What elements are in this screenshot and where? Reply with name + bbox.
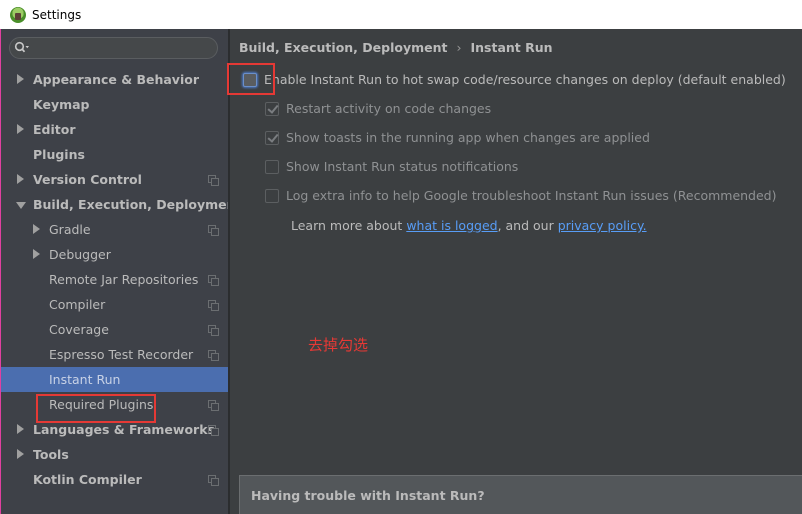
sidebar-item[interactable]: Build, Execution, Deployment [1,192,241,217]
sidebar-item-label: Languages & Frameworks [33,422,215,437]
search-input[interactable] [9,37,218,59]
sidebar-item[interactable]: Espresso Test Recorder [1,342,228,367]
annotation-highlight-box [227,63,275,95]
sidebar-item-label: Debugger [49,247,111,262]
what-is-logged-link[interactable]: what is logged [406,218,497,233]
sidebar-item-label: Remote Jar Repositories [49,272,199,287]
chevron-right-icon[interactable] [17,424,24,434]
chevron-right-icon[interactable] [17,74,24,84]
annotation-text: 去掉勾选 [308,336,369,354]
chevron-right-icon[interactable] [17,174,24,184]
chevron-right-icon[interactable] [33,224,40,234]
project-settings-icon [208,425,219,436]
sidebar-item[interactable]: Remote Jar Repositories [1,267,228,292]
option-checkbox [265,130,279,145]
sidebar-item[interactable]: Tools [1,442,228,467]
breadcrumb-separator-icon: › [456,40,462,55]
option-label: Restart activity on code changes [286,101,492,116]
sidebar-item-label: Appearance & Behavior [33,72,199,87]
project-settings-icon [208,225,219,236]
project-settings-icon [208,475,219,486]
breadcrumb-parent[interactable]: Build, Execution, Deployment [239,40,447,55]
project-settings-icon [208,175,219,186]
sidebar-item-label: Plugins [33,147,85,162]
sidebar-item-label: Espresso Test Recorder [49,347,194,362]
sidebar-item[interactable]: Appearance & Behavior [1,67,228,92]
project-settings-icon [208,400,219,411]
search-icon[interactable] [14,41,30,55]
privacy-policy-link[interactable]: privacy policy. [558,218,647,233]
trouble-heading: Having trouble with Instant Run? [251,488,485,503]
project-settings-icon [208,275,219,286]
settings-sidebar: Appearance & Behavior Keymap Editor Plugins… [1,29,241,514]
sidebar-item-label: Version Control [33,172,142,187]
option-row: Log extra info to help Google troublesho… [265,188,777,203]
sidebar-item[interactable]: Instant Run [1,367,228,392]
chevron-right-icon[interactable] [33,249,40,259]
sidebar-item[interactable]: Version Control [1,167,228,192]
sidebar-item[interactable]: Gradle [1,217,228,242]
project-settings-icon [208,325,219,336]
project-settings-icon [208,300,219,311]
learn-more-middle: , and our [497,218,558,233]
sidebar-item-label: Kotlin Compiler [33,472,142,487]
sidebar-item-label: Build, Execution, Deployment [33,197,242,212]
option-label: Log extra info to help Google troublesho… [286,188,777,203]
settings-content: Build, Execution, Deployment › Instant R… [227,29,802,514]
sidebar-item[interactable]: Compiler [1,292,228,317]
sidebar-item[interactable]: Keymap [1,92,228,117]
trouble-panel: Having trouble with Instant Run? [239,475,802,514]
title-bar: Settings [0,0,802,29]
sidebar-item-label: Instant Run [49,372,121,387]
breadcrumb: Build, Execution, Deployment › Instant R… [239,40,553,55]
annotation-highlight-box [36,394,156,423]
chevron-right-icon[interactable] [17,124,24,134]
sidebar-item-label: Tools [33,447,69,462]
option-row: Show Instant Run status notifications [265,159,518,174]
learn-more-prefix: Learn more about [291,218,407,233]
option-checkbox [265,159,279,174]
sidebar-item-label: Compiler [49,297,106,312]
sidebar-item-label: Editor [33,122,76,137]
option-row: Show toasts in the running app when chan… [265,130,650,145]
window-title: Settings [32,7,82,22]
sidebar-item[interactable]: Kotlin Compiler [1,467,228,492]
option-row: Enable Instant Run to hot swap code/reso… [243,72,786,87]
android-studio-icon [10,6,26,23]
option-checkbox [265,101,279,116]
option-label[interactable]: Enable Instant Run to hot swap code/reso… [264,72,786,87]
chevron-right-icon[interactable] [17,449,24,459]
sidebar-item-label: Coverage [49,322,109,337]
option-checkbox [265,188,279,203]
breadcrumb-current: Instant Run [470,40,553,55]
sidebar-item-label: Gradle [49,222,91,237]
project-settings-icon [208,350,219,361]
option-label: Show toasts in the running app when chan… [286,130,650,145]
sidebar-item-label: Keymap [33,97,90,112]
sidebar-item[interactable]: Debugger [1,242,228,267]
learn-more-text: Learn more about what is logged, and our… [291,218,647,233]
sidebar-item[interactable]: Editor [1,117,228,142]
sidebar-item[interactable]: Coverage [1,317,228,342]
option-label: Show Instant Run status notifications [286,159,519,174]
sidebar-item[interactable]: Plugins [1,142,228,167]
chevron-down-icon[interactable] [16,202,26,209]
option-row: Restart activity on code changes [265,101,491,116]
